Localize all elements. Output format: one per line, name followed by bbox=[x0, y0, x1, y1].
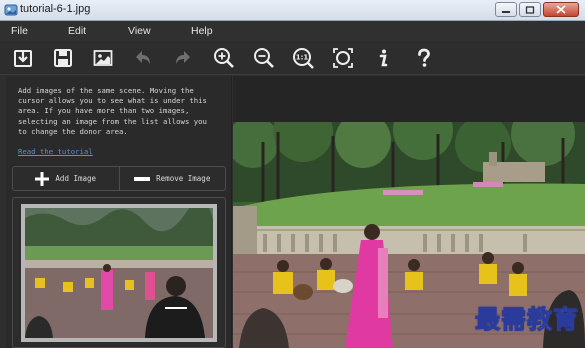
actual-size-icon: 1:1 bbox=[293, 48, 314, 69]
window-title: tutorial-6-1.jpg bbox=[20, 3, 91, 15]
side-panel: Add images of the same scene. Moving the… bbox=[6, 76, 232, 348]
main-photo[interactable]: 最需教育 bbox=[233, 122, 585, 348]
menu-view[interactable]: View bbox=[128, 21, 151, 37]
watermark: 最需教育 bbox=[474, 305, 579, 335]
minimize-icon bbox=[502, 10, 510, 13]
import-button[interactable] bbox=[10, 45, 36, 71]
minus-icon bbox=[134, 176, 151, 181]
image-icon bbox=[93, 50, 113, 66]
actual-size-button[interactable]: 1:1 bbox=[290, 45, 316, 71]
close-icon bbox=[556, 5, 566, 14]
undo-button[interactable] bbox=[130, 45, 156, 71]
fit-to-window-icon bbox=[333, 48, 353, 68]
title-bar: tutorial-6-1.jpg bbox=[0, 0, 585, 21]
toolbar: 1:1 bbox=[0, 41, 585, 75]
image-viewer[interactable]: 最需教育 bbox=[233, 76, 585, 348]
app-window: tutorial-6-1.jpg File Edit View Help 1:1… bbox=[0, 0, 585, 348]
undo-icon bbox=[136, 51, 150, 64]
minimize-button[interactable] bbox=[495, 2, 517, 17]
zoom-out-icon bbox=[254, 48, 274, 68]
fit-to-window-button[interactable] bbox=[330, 45, 356, 71]
menu-help[interactable]: Help bbox=[191, 21, 213, 37]
window-controls bbox=[495, 2, 579, 17]
image-button[interactable] bbox=[90, 45, 116, 71]
help-button[interactable] bbox=[411, 45, 437, 71]
help-icon bbox=[418, 48, 430, 67]
info-button[interactable] bbox=[370, 45, 396, 71]
add-image-button[interactable]: Add Image bbox=[13, 167, 119, 190]
maximize-button[interactable] bbox=[519, 2, 541, 17]
plus-icon bbox=[35, 171, 50, 186]
add-image-label: Add Image bbox=[55, 174, 97, 183]
actual-size-label: 1:1 bbox=[296, 54, 309, 62]
maximize-icon bbox=[525, 5, 535, 14]
image-button-row: Add Image Remove Image bbox=[12, 166, 226, 191]
save-button[interactable] bbox=[50, 45, 76, 71]
thumbnail-photo bbox=[25, 200, 213, 338]
zoom-in-icon bbox=[214, 48, 234, 68]
menu-file[interactable]: File bbox=[11, 21, 28, 37]
help-text: Add images of the same scene. Moving the… bbox=[18, 86, 207, 136]
redo-icon bbox=[176, 51, 190, 64]
image-list bbox=[12, 197, 226, 348]
image-thumbnail[interactable] bbox=[21, 200, 217, 342]
remove-image-button[interactable]: Remove Image bbox=[118, 167, 226, 190]
menu-bar: File Edit View Help bbox=[0, 21, 585, 41]
info-icon bbox=[379, 49, 388, 67]
import-icon bbox=[14, 50, 32, 67]
close-button[interactable] bbox=[543, 2, 579, 17]
tutorial-link[interactable]: Read the tutorial bbox=[18, 147, 93, 156]
zoom-in-button[interactable] bbox=[211, 45, 237, 71]
menu-edit[interactable]: Edit bbox=[68, 21, 86, 37]
save-icon bbox=[54, 49, 72, 67]
app-icon bbox=[4, 4, 18, 16]
remove-image-label: Remove Image bbox=[156, 174, 211, 183]
zoom-out-button[interactable] bbox=[251, 45, 277, 71]
redo-button[interactable] bbox=[170, 45, 196, 71]
